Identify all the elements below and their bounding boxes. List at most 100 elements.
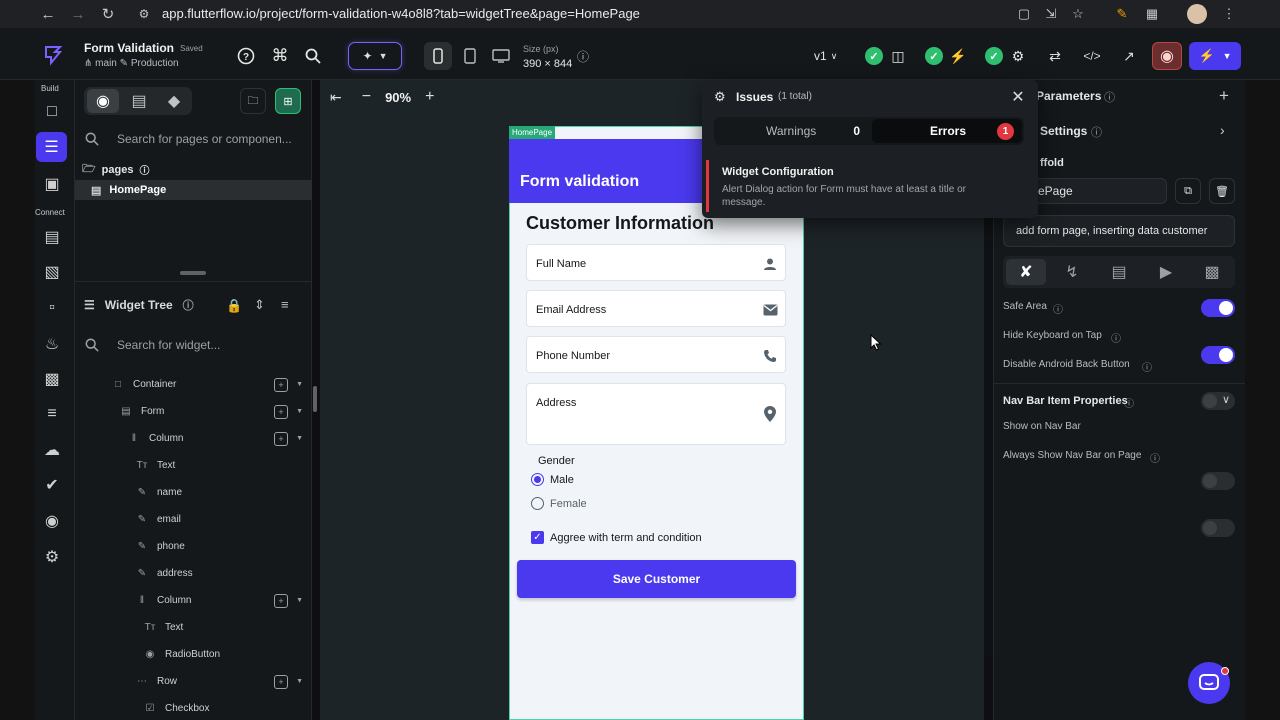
page-description-input[interactable]: add form page, inserting data customer	[1003, 215, 1235, 247]
tree-row[interactable]: ▤ Form + ▼	[119, 398, 303, 425]
add-child-icon[interactable]: +	[274, 377, 289, 392]
full-name-field[interactable]: Full Name	[526, 244, 786, 281]
app-values-icon[interactable]: ♨	[40, 332, 64, 356]
add-folder-icon[interactable]: 🗀	[240, 88, 266, 114]
radio-button-selected[interactable]	[531, 473, 544, 486]
add-child-icon[interactable]: +	[274, 593, 289, 608]
close-icon[interactable]: ✕	[1009, 88, 1027, 106]
forward-icon[interactable]: →	[68, 4, 88, 24]
debug-bug-icon[interactable]: ⚙	[1005, 43, 1031, 69]
nav-bar-section-title[interactable]: Nav Bar Item Properties	[1003, 395, 1128, 407]
chevron-right-icon[interactable]: ›	[1220, 122, 1225, 138]
widget-search-field[interactable]: Search for widget...	[75, 330, 312, 360]
back-icon[interactable]: ←	[38, 4, 58, 24]
profile-avatar[interactable]	[1187, 4, 1207, 24]
radio-option-male[interactable]: Male	[531, 473, 574, 486]
tree-row[interactable]: ✎ email	[135, 506, 303, 533]
browser-menu-icon[interactable]: ⋮	[1220, 5, 1238, 23]
delete-trash-icon[interactable]: 🗑	[1209, 178, 1235, 204]
reload-icon[interactable]: ↻	[98, 4, 118, 24]
project-title[interactable]: Form Validation	[84, 41, 174, 55]
tab-search-icon[interactable]: ▢	[1015, 5, 1033, 23]
version-selector[interactable]: v1 ∨	[814, 44, 854, 68]
address-field[interactable]: Address	[526, 383, 786, 445]
copy-icon[interactable]: ⧉	[1175, 178, 1201, 204]
email-field[interactable]: Email Address	[526, 290, 786, 327]
actions-tab-icon[interactable]: ↯	[1052, 259, 1092, 285]
install-app-icon[interactable]: ⇲	[1042, 5, 1060, 23]
add-child-icon[interactable]: +	[274, 674, 289, 689]
tree-row[interactable]: Tт Text	[135, 452, 303, 479]
tree-row[interactable]: ‖ Column + ▼	[127, 425, 303, 452]
data-types-icon[interactable]: ▧	[40, 260, 64, 284]
chevron-down-icon[interactable]: ∨	[1222, 393, 1230, 406]
ai-gen-button[interactable]: ✦ ▼	[348, 42, 402, 70]
caret-down-icon[interactable]: ▼	[296, 678, 303, 685]
phone-device-icon[interactable]	[424, 42, 452, 70]
comments-icon[interactable]: ◫	[885, 43, 911, 69]
components-tab-icon[interactable]: ▤	[123, 89, 155, 113]
tree-scrollbar[interactable]	[313, 386, 317, 412]
extension-pen-icon[interactable]: ✎	[1113, 5, 1131, 23]
terms-checkbox-row[interactable]: ✓ Aggree with term and condition	[531, 531, 702, 544]
command-palette-icon[interactable]: ⌘	[267, 43, 293, 69]
hide-keyboard-toggle[interactable]	[1201, 346, 1235, 364]
form-heading[interactable]: Customer Information	[526, 213, 714, 234]
page-item-homepage[interactable]: ▤ HomePage	[75, 180, 312, 200]
check-status-icon[interactable]: ✓	[865, 47, 883, 65]
collapse-panel-icon[interactable]: ⇤	[330, 89, 342, 106]
app-bar-title[interactable]: Form validation	[520, 173, 639, 191]
add-parameter-icon[interactable]: +	[1219, 86, 1229, 106]
expand-collapse-icon[interactable]: ⇕	[254, 297, 265, 313]
add-page-button[interactable]: ⊞	[275, 88, 301, 114]
tree-row[interactable]: ☑ Checkbox	[143, 695, 303, 720]
save-customer-button[interactable]: Save Customer	[517, 560, 796, 598]
tablet-device-icon[interactable]	[456, 42, 484, 70]
desktop-device-icon[interactable]	[487, 42, 515, 70]
share-icon[interactable]: ⇄	[1041, 42, 1069, 70]
properties-tab-icon[interactable]: ✘	[1006, 259, 1046, 285]
warnings-tab[interactable]: Warnings 0	[716, 119, 870, 143]
check-status-icon[interactable]: ✓	[985, 47, 1003, 65]
size-value[interactable]: 390 × 844	[523, 58, 572, 70]
address-bar[interactable]: app.flutterflow.io/project/form-validati…	[162, 6, 640, 21]
zoom-out-icon[interactable]: −	[362, 88, 371, 106]
radio-option-female[interactable]: Female	[531, 497, 587, 510]
cloud-functions-icon[interactable]: ☁	[40, 438, 64, 462]
lock-icon[interactable]: 🔒	[226, 298, 242, 314]
pages-tab-icon[interactable]: ◉	[87, 89, 119, 113]
radio-button[interactable]	[531, 497, 544, 510]
tree-row[interactable]: □ Container + ▼	[111, 371, 303, 398]
tree-row[interactable]: Tт Text	[143, 614, 303, 641]
tree-options-icon[interactable]: ≡	[281, 297, 289, 312]
help-icon[interactable]: ?	[233, 43, 259, 69]
branch-info[interactable]: ⋔ main ✎ Production	[84, 58, 179, 69]
media-assets-icon[interactable]: ▩	[40, 367, 64, 391]
theme-icon[interactable]: ◉	[40, 509, 64, 533]
settings-gear-icon[interactable]: ⚙	[40, 545, 64, 569]
tests-icon[interactable]: ✔	[40, 473, 64, 497]
tree-row[interactable]: ‖ Column + ▼	[135, 587, 303, 614]
backend-query-tab-icon[interactable]: ▤	[1099, 259, 1139, 285]
caret-down-icon[interactable]: ▼	[296, 435, 303, 442]
storyboard-icon[interactable]: ▣	[40, 172, 64, 196]
page-search-field[interactable]: Search for pages or componen...	[75, 124, 312, 154]
firestore-icon[interactable]: ▤	[40, 225, 64, 249]
settings-section-title[interactable]: Settings	[1040, 124, 1087, 138]
show-on-nav-bar-toggle[interactable]	[1201, 472, 1235, 490]
library-tab-icon[interactable]: ◆	[158, 89, 190, 113]
caret-down-icon[interactable]: ▼	[296, 381, 303, 388]
tree-row[interactable]: ⋯ Row + ▼	[135, 668, 303, 695]
pages-folder[interactable]: 🗁 pages ⓘ	[82, 160, 149, 179]
animations-tab-icon[interactable]: ▶	[1146, 259, 1186, 285]
add-child-icon[interactable]: +	[274, 404, 289, 419]
run-button[interactable]: ⚡ ▼	[1189, 42, 1241, 70]
bookmark-star-icon[interactable]: ☆	[1069, 5, 1087, 23]
check-status-icon[interactable]: ✓	[925, 47, 943, 65]
caret-down-icon[interactable]: ▼	[296, 597, 303, 604]
phone-field[interactable]: Phone Number	[526, 336, 786, 373]
zoom-in-icon[interactable]: +	[425, 88, 434, 106]
extensions-puzzle-icon[interactable]: ▦	[1143, 5, 1161, 23]
widget-tree-nav-icon[interactable]: ☰	[36, 132, 67, 162]
tree-row[interactable]: ✎ name	[135, 479, 303, 506]
